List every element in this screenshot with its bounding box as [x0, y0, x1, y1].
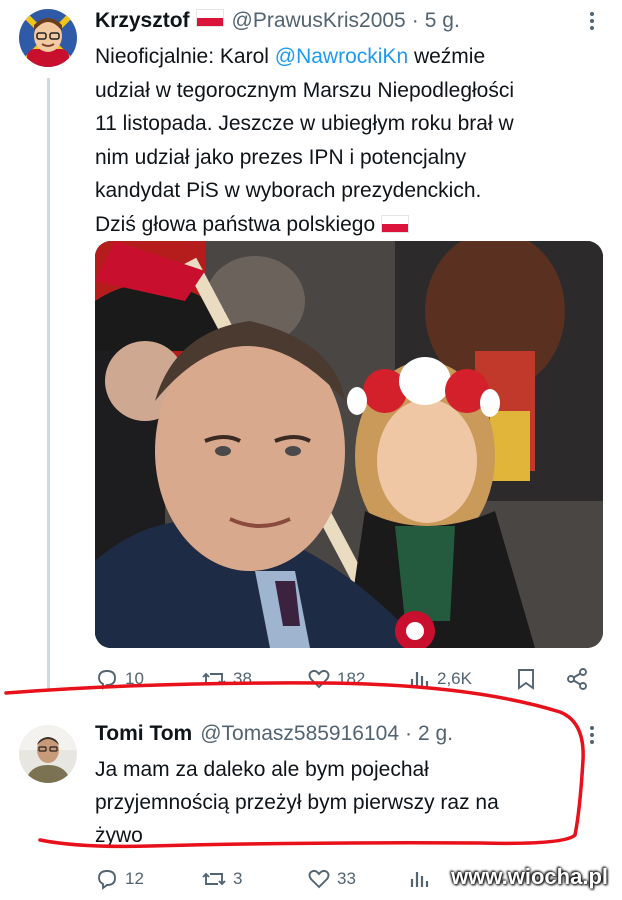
- views-chart-icon: [410, 872, 429, 887]
- tweet-actions: 10 38 182 2,6K: [95, 666, 605, 692]
- like-count: 182: [337, 669, 366, 688]
- reply-button[interactable]: 12: [95, 867, 144, 891]
- retweet-icon: [202, 672, 226, 686]
- tweet-text-line: kandydat PiS w wyborach prezydenckich.: [95, 179, 482, 202]
- views-button[interactable]: 2,6K: [409, 667, 472, 691]
- watermark: www.wiocha.pl: [451, 864, 608, 889]
- tweet-text-line: żywo: [95, 824, 143, 847]
- separator-dot: ·: [411, 9, 419, 32]
- tweet-photo[interactable]: [95, 241, 603, 648]
- reply-button[interactable]: 10: [95, 667, 144, 691]
- tweet-text-segment: Nieoficjalnie: Karol: [95, 45, 275, 68]
- thread-connector-line: [47, 78, 50, 690]
- views-count: 2,6K: [437, 669, 472, 688]
- retweet-icon: [202, 872, 226, 886]
- polish-flag-icon: [195, 9, 224, 27]
- separator-dot: ·: [405, 722, 413, 745]
- share-icon: [567, 668, 587, 690]
- views-button[interactable]: [409, 867, 431, 891]
- tweet-text-line: Ja mam za daleko ale bym pojechał: [95, 758, 429, 781]
- tweet-text-line: 11 listopada. Jeszcze w ubiegłym roku br…: [95, 112, 514, 135]
- polish-flag-icon: [381, 214, 410, 233]
- tweet-text-line: nim udział jako prezes IPN i potencjalny: [95, 145, 467, 169]
- heart-icon: [308, 669, 330, 689]
- author-handle[interactable]: @Tomasz585916104: [200, 722, 399, 746]
- tweet-time[interactable]: 2 g.: [418, 722, 453, 746]
- tweet-header: Tomi Tom @Tomasz585916104 · 2 g.: [95, 722, 453, 746]
- tweet-text: Nieoficjalnie: Karol @NawrockiKn weźmie …: [95, 40, 610, 241]
- like-button[interactable]: 182: [307, 667, 365, 691]
- mention-link[interactable]: @NawrockiKn: [275, 45, 408, 68]
- views-chart-icon: [410, 672, 429, 687]
- crowd-selfie-image: [95, 241, 603, 648]
- avatar[interactable]: [19, 9, 77, 67]
- reply-icon: [98, 870, 116, 890]
- tweet-text-segment: weźmie: [408, 45, 486, 68]
- retweet-button[interactable]: 3: [201, 867, 242, 891]
- heart-icon: [308, 869, 330, 889]
- author-name[interactable]: Tomi Tom: [95, 722, 192, 746]
- bookmark-button[interactable]: [515, 667, 537, 691]
- share-button[interactable]: [565, 667, 589, 691]
- cartoon-avatar-icon: [19, 9, 77, 67]
- retweet-count: 38: [233, 669, 252, 688]
- author-handle[interactable]: @PrawusKris2005: [232, 9, 406, 33]
- retweet-button[interactable]: 38: [201, 667, 252, 691]
- like-button[interactable]: 33: [307, 867, 356, 891]
- reply-icon: [98, 670, 116, 690]
- tweet-text: Ja mam za daleko ale bym pojechał przyje…: [95, 753, 575, 852]
- tweet-text-line: przyjemnością przeżył bym pierwszy raz n…: [95, 791, 499, 814]
- like-count: 33: [337, 869, 356, 888]
- avatar[interactable]: [19, 725, 77, 783]
- retweet-count: 3: [233, 869, 243, 888]
- tweet-text-line: Dziś głowa państwa polskiego: [95, 212, 376, 236]
- tweet-header: Krzysztof @PrawusKris2005 · 5 g.: [95, 9, 460, 33]
- reply-count: 10: [125, 669, 144, 688]
- more-options-icon[interactable]: [590, 12, 596, 33]
- tweet-time[interactable]: 5 g.: [425, 9, 460, 33]
- reply-count: 12: [125, 869, 144, 888]
- bookmark-icon: [518, 669, 534, 690]
- author-name[interactable]: Krzysztof: [95, 9, 190, 33]
- profile-photo-icon: [19, 725, 77, 783]
- more-options-icon[interactable]: [590, 726, 596, 747]
- tweet-text-line: udział w tegorocznym Marszu Niepodległoś…: [95, 78, 515, 102]
